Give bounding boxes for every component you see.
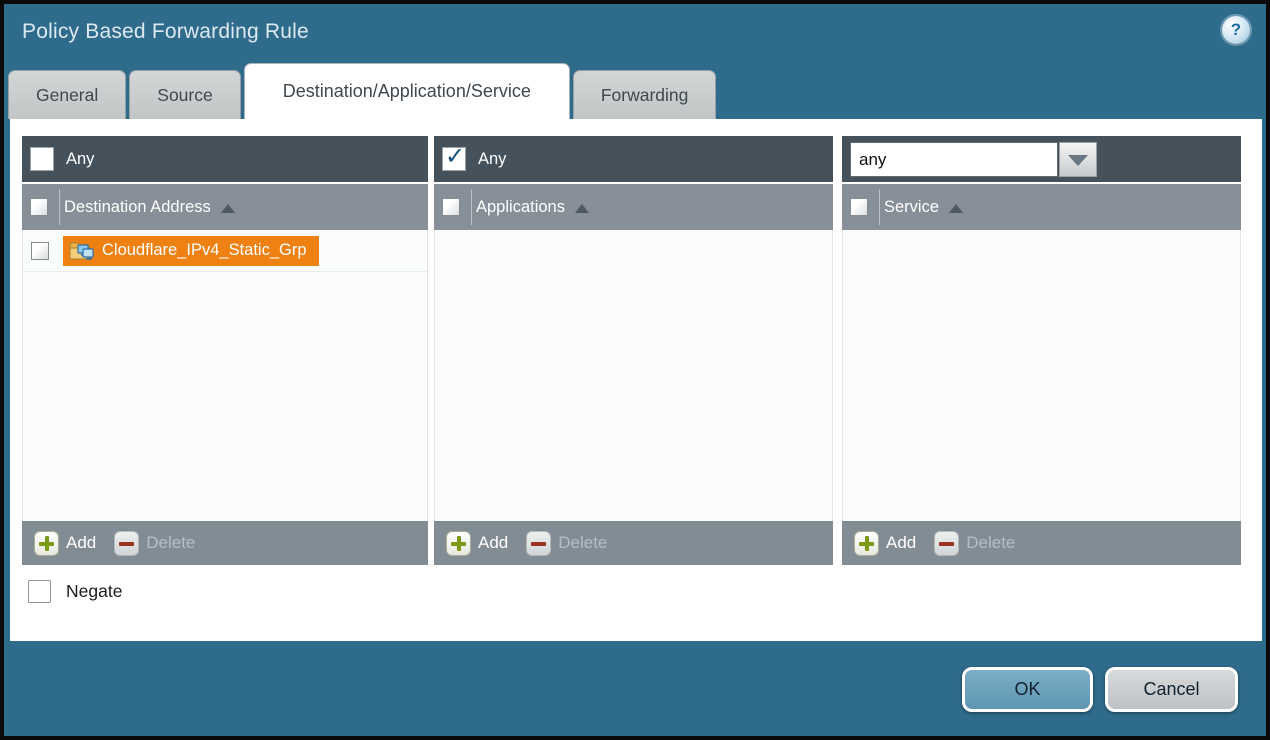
destination-footer: Add Delete: [22, 521, 428, 565]
divider: [59, 189, 60, 225]
applications-column: Any Applications Add Delete: [434, 136, 833, 565]
add-button[interactable]: Add: [886, 533, 916, 553]
applications-select-all-checkbox[interactable]: [442, 198, 460, 216]
service-list: [842, 230, 1241, 521]
destination-sort-header[interactable]: Destination Address: [48, 198, 235, 217]
applications-any-checkbox[interactable]: [442, 147, 466, 171]
service-dropdown-value[interactable]: any: [850, 142, 1058, 177]
add-icon[interactable]: [34, 531, 59, 556]
row-checkbox[interactable]: [31, 242, 49, 260]
delete-button[interactable]: Delete: [966, 533, 1015, 553]
negate-label: Negate: [66, 581, 122, 602]
column-header-label: Destination Address: [64, 198, 211, 217]
tab-destination-application-service[interactable]: Destination/Application/Service: [244, 63, 570, 119]
tab-source[interactable]: Source: [129, 70, 240, 119]
policy-based-forwarding-dialog: Policy Based Forwarding Rule General Sou…: [0, 0, 1270, 740]
service-footer: Add Delete: [842, 521, 1241, 565]
applications-list: [434, 230, 833, 521]
applications-any-header: Any: [434, 136, 833, 182]
cancel-button[interactable]: Cancel: [1105, 667, 1238, 712]
tab-content-panel: Any Destination Address: [10, 119, 1262, 641]
divider: [471, 189, 472, 225]
address-group-name: Cloudflare_IPv4_Static_Grp: [102, 241, 307, 260]
add-button[interactable]: Add: [66, 533, 96, 553]
ok-button[interactable]: OK: [962, 667, 1093, 712]
column-header-label: Service: [884, 198, 939, 217]
service-select-all-checkbox[interactable]: [850, 198, 868, 216]
divider: [879, 189, 880, 225]
service-column: any Service Add Delete: [842, 136, 1241, 565]
address-group-item[interactable]: Cloudflare_IPv4_Static_Grp: [63, 236, 319, 266]
chevron-down-icon: [1068, 155, 1088, 166]
delete-icon[interactable]: [934, 531, 959, 556]
help-icon[interactable]: [1222, 16, 1250, 44]
delete-button[interactable]: Delete: [558, 533, 607, 553]
sort-asc-icon: [949, 204, 963, 213]
service-dropdown-button[interactable]: [1059, 142, 1097, 177]
destination-select-all-checkbox[interactable]: [30, 198, 48, 216]
negate-checkbox[interactable]: [28, 580, 51, 603]
add-button[interactable]: Add: [478, 533, 508, 553]
column-header-label: Applications: [476, 198, 565, 217]
tab-label: Source: [157, 85, 212, 106]
delete-button[interactable]: Delete: [146, 533, 195, 553]
dialog-title: Policy Based Forwarding Rule: [22, 20, 309, 44]
tab-label: Destination/Application/Service: [283, 81, 531, 102]
tab-forwarding[interactable]: Forwarding: [573, 70, 717, 119]
delete-icon[interactable]: [114, 531, 139, 556]
destination-list: Cloudflare_IPv4_Static_Grp: [22, 230, 428, 521]
add-icon[interactable]: [446, 531, 471, 556]
destination-any-header: Any: [22, 136, 428, 182]
service-dropdown-header: any: [842, 136, 1241, 182]
delete-icon[interactable]: [526, 531, 551, 556]
applications-footer: Add Delete: [434, 521, 833, 565]
tab-bar: General Source Destination/Application/S…: [8, 63, 716, 119]
applications-column-header: Applications: [434, 184, 833, 230]
sort-asc-icon: [575, 204, 589, 213]
destination-any-label: Any: [66, 150, 94, 169]
tab-label: General: [36, 85, 98, 106]
service-dropdown[interactable]: any: [850, 142, 1097, 177]
add-icon[interactable]: [854, 531, 879, 556]
service-sort-header[interactable]: Service: [868, 198, 963, 217]
destination-address-column: Any Destination Address: [22, 136, 428, 565]
tab-label: Forwarding: [601, 85, 689, 106]
table-row: Cloudflare_IPv4_Static_Grp: [23, 230, 427, 272]
sort-asc-icon: [221, 204, 235, 213]
destination-any-checkbox[interactable]: [30, 147, 54, 171]
service-column-header: Service: [842, 184, 1241, 230]
applications-sort-header[interactable]: Applications: [460, 198, 589, 217]
destination-column-header: Destination Address: [22, 184, 428, 230]
address-group-icon: [69, 240, 95, 261]
tab-general[interactable]: General: [8, 70, 126, 119]
applications-any-label: Any: [478, 150, 506, 169]
negate-option: Negate: [28, 580, 122, 603]
